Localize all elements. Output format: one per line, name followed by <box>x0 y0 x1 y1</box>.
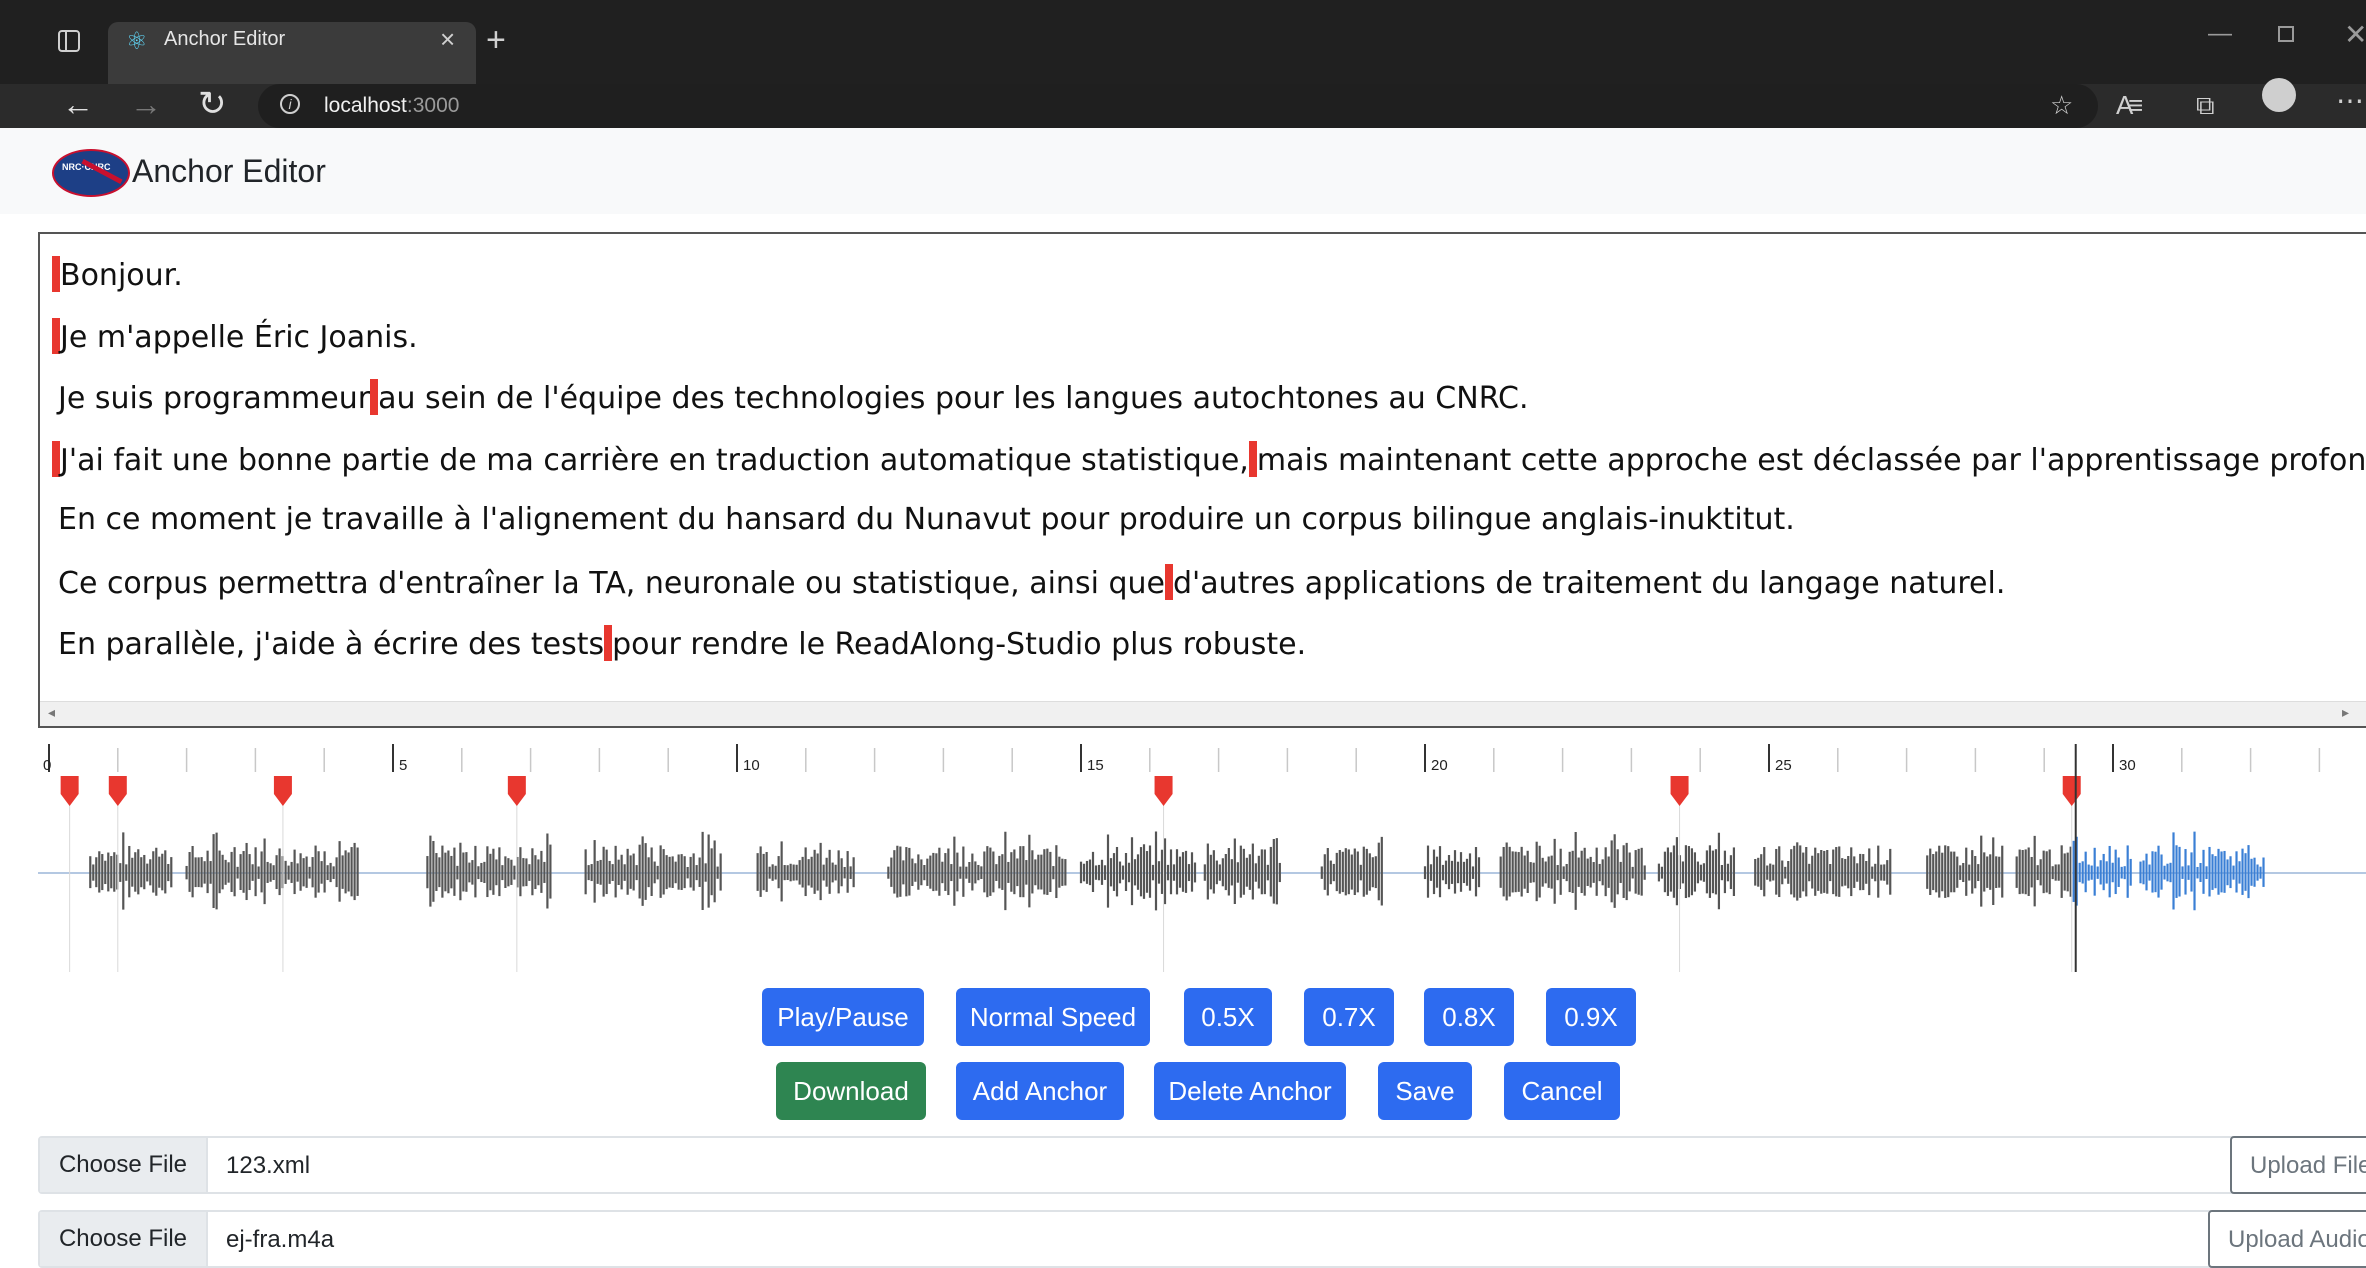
scroll-left-icon[interactable]: ◂ <box>48 704 55 721</box>
speed-0-8x-button[interactable]: 0.8X <box>1424 988 1514 1046</box>
speed-0-5x-button[interactable]: 0.5X <box>1184 988 1272 1046</box>
timeline-anchor-marker[interactable] <box>1670 776 1689 806</box>
scroll-right-icon[interactable]: ▸ <box>2342 704 2349 721</box>
new-tab-icon[interactable]: + <box>486 22 506 58</box>
timeline-anchor-marker[interactable] <box>60 776 79 806</box>
horizontal-scrollbar[interactable]: ◂ ▸ <box>40 701 2366 726</box>
tab-title: Anchor Editor <box>164 28 286 50</box>
play-pause-button[interactable]: Play/Pause <box>762 988 924 1046</box>
xml-file-input[interactable]: Choose File 123.xml Upload File <box>38 1136 2366 1194</box>
app-title: Anchor Editor <box>132 153 326 189</box>
download-button[interactable]: Download <box>776 1062 926 1120</box>
tab-actions-icon[interactable] <box>58 30 80 52</box>
normal-speed-button[interactable]: Normal Speed <box>956 988 1150 1046</box>
transcript-segment: Ce corpus permettra d'entraîner la TA, n… <box>58 565 1165 601</box>
transcript-segment: d'autres applications de traitement du l… <box>1172 565 2006 601</box>
add-anchor-button[interactable]: Add Anchor <box>956 1062 1124 1120</box>
transcript-segment: En parallèle, j'aide à écrire des tests <box>58 627 605 662</box>
cancel-button[interactable]: Cancel <box>1504 1062 1620 1120</box>
transcript-segment: mais maintenant cette approche est décla… <box>1256 442 2366 478</box>
favorite-add-icon[interactable]: ☆ <box>2050 90 2073 121</box>
transcript-line[interactable]: En parallèle, j'aide à écrire des tests p… <box>58 625 1306 662</box>
text-anchor-marker[interactable] <box>52 256 60 292</box>
choose-audio-file-button[interactable]: Choose File <box>40 1212 208 1266</box>
transcript-panel[interactable]: Bonjour. Je m'appelle Éric Joanis. Je suis… <box>38 232 2366 728</box>
upload-audio-button[interactable]: Upload Audio <box>2208 1210 2366 1268</box>
choose-xml-file-button[interactable]: Choose File <box>40 1138 208 1192</box>
speed-0-7x-button[interactable]: 0.7X <box>1304 988 1394 1046</box>
transcript-line[interactable]: Je m'appelle Éric Joanis. <box>52 317 418 355</box>
react-favicon-icon: ⚛ <box>126 28 148 55</box>
transcript-line[interactable]: En ce moment je travaille à l'alignement… <box>58 502 1795 537</box>
app-navbar: NRC·CNRC Anchor Editor <box>0 128 2366 214</box>
more-options-icon[interactable]: ⋯ <box>2336 84 2364 117</box>
transcript-line[interactable]: Bonjour. <box>52 256 183 293</box>
timeline-anchor-marker[interactable] <box>2062 776 2081 806</box>
timeline-anchor-marker[interactable] <box>1154 776 1173 806</box>
timeline-anchor-marker[interactable] <box>108 776 127 806</box>
forward-icon[interactable]: → <box>130 86 162 123</box>
back-icon[interactable]: ← <box>62 86 94 123</box>
transcript-segment: pour rendre le ReadAlong-Studio plus rob… <box>612 627 1307 662</box>
url-bar[interactable]: i localhost:3000 <box>258 84 2098 128</box>
reload-icon[interactable]: ↻ <box>198 84 227 124</box>
tab-close-icon[interactable]: × <box>440 24 455 55</box>
timeline-anchor-marker[interactable] <box>507 776 526 806</box>
timeline-label: 30 <box>2119 757 2136 774</box>
audio-file-name: ej-fra.m4a <box>226 1226 335 1253</box>
maximize-icon[interactable] <box>2278 26 2294 42</box>
text-anchor-marker[interactable] <box>52 440 60 477</box>
waveform[interactable]: 0 5 10 15 20 25 30 <box>38 736 2366 972</box>
transcript-segment: Bonjour. <box>60 258 183 293</box>
nrc-logo: NRC·CNRC <box>52 149 130 197</box>
delete-anchor-button[interactable]: Delete Anchor <box>1154 1062 1346 1120</box>
text-anchor-marker[interactable] <box>52 317 60 354</box>
address-toolbar: ← → ↻ i localhost:3000 A ☆ ≡ ⧉ <box>0 84 2366 128</box>
transcript-line[interactable]: Je suis programmeur au sein de l'équipe d… <box>58 379 1529 416</box>
transcript-segment: Je suis programmeur <box>58 381 371 416</box>
close-window-icon[interactable]: ✕ <box>2344 18 2366 51</box>
transcript-line[interactable]: J'ai fait une bonne partie de ma carrièr… <box>52 440 2366 478</box>
text-anchor-marker[interactable] <box>1164 563 1173 600</box>
upload-file-button[interactable]: Upload File <box>2230 1136 2366 1194</box>
timeline-label: 25 <box>1775 757 1792 774</box>
profile-avatar[interactable] <box>2262 78 2296 112</box>
speed-0-9x-button[interactable]: 0.9X <box>1546 988 1636 1046</box>
browser-tab[interactable]: ⚛ Anchor Editor × <box>108 22 476 84</box>
timeline-label: 10 <box>743 757 760 774</box>
timeline-anchor-marker[interactable] <box>273 776 292 806</box>
url-text[interactable]: localhost:3000 <box>324 94 459 118</box>
text-anchor-marker[interactable] <box>604 625 613 661</box>
transcript-segment: En ce moment je travaille à l'alignement… <box>58 502 1795 537</box>
save-button[interactable]: Save <box>1378 1062 1472 1120</box>
xml-file-name: 123.xml <box>226 1152 311 1179</box>
transcript-segment: Je m'appelle Éric Joanis. <box>60 319 418 355</box>
collections-icon[interactable]: ⧉ <box>2196 90 2215 122</box>
transcript-segment: au sein de l'équipe des technologies pou… <box>378 381 1529 416</box>
favorites-icon[interactable]: ≡ <box>2128 90 2143 121</box>
timeline-label: 15 <box>1087 757 1104 774</box>
transcript-segment: J'ai fait une bonne partie de ma carrièr… <box>60 442 1249 478</box>
text-anchor-marker[interactable] <box>1248 440 1257 477</box>
timeline-label: 20 <box>1431 757 1448 774</box>
timeline-label: 0 <box>43 757 51 774</box>
minimize-icon[interactable]: — <box>2208 20 2232 48</box>
transcript-line[interactable]: Ce corpus permettra d'entraîner la TA, n… <box>58 563 2006 601</box>
site-info-icon[interactable]: i <box>280 94 300 114</box>
browser-tab-bar: ⚛ Anchor Editor × + — ✕ <box>0 0 2366 84</box>
text-anchor-marker[interactable] <box>370 379 379 415</box>
audio-file-input[interactable]: Choose File ej-fra.m4a Upload Audio <box>38 1210 2366 1268</box>
timeline-label: 5 <box>399 757 407 774</box>
